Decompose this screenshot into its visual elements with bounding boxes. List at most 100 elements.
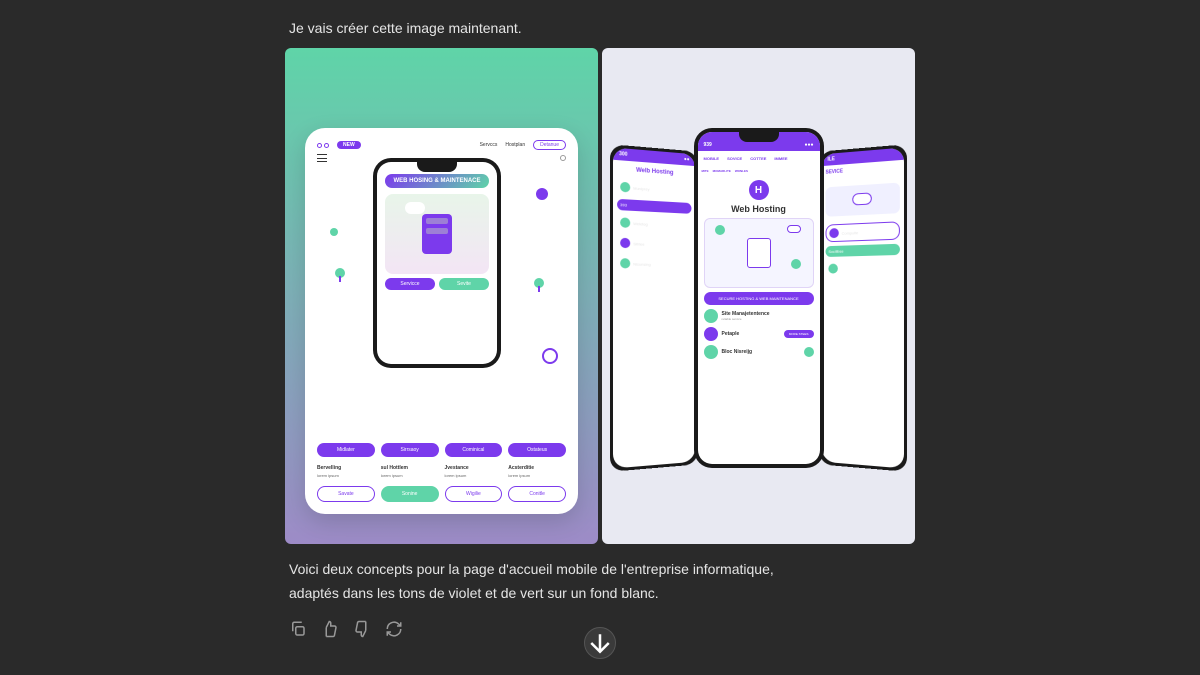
concept-image-2[interactable]: 300●● Welb Hosting Muniprey 393 Weletog … [602, 48, 915, 544]
thumbs-down-button[interactable] [353, 620, 371, 638]
feature-banner: SECURE HOSTING & WEB MAINTENANCE [704, 292, 814, 305]
feature-icon [704, 327, 718, 341]
subtab: MITE [702, 169, 709, 173]
list-item: Nisunsing [617, 255, 691, 273]
cloud-icon [787, 225, 801, 233]
category-pill: Midlater [317, 443, 375, 457]
subtab-row: MITE MOMARLITE WONLES [698, 166, 820, 176]
list-item: Weletog [617, 214, 691, 233]
category-pill: Cominical [445, 443, 503, 457]
side-title: Welb Hosting [613, 166, 695, 178]
category-pill: Ostateus [508, 443, 566, 457]
col-title: Jvestance [445, 465, 503, 471]
status-num: 300 [619, 151, 627, 158]
cloud-icon [852, 192, 872, 205]
list-item: Compulte [826, 221, 900, 242]
bullet-icon [828, 264, 837, 274]
col-title: Acsterditie [508, 465, 566, 471]
phone-group: 300●● Welb Hosting Muniprey 393 Weletog … [602, 128, 915, 504]
tag: ILE [827, 156, 834, 162]
nav-tag: NEW [337, 141, 361, 149]
phone-notch [739, 132, 779, 142]
col-text: lorem ipsum [445, 473, 503, 478]
list-item: 393 [617, 199, 691, 214]
tree-icon [335, 268, 345, 282]
cloud-icon [405, 202, 425, 214]
bullet-icon [829, 228, 838, 238]
col-title: sul Hottlem [381, 465, 439, 471]
chat-message-container: Je vais créer cette image maintenant. NE… [285, 0, 915, 675]
building-icon [747, 238, 771, 268]
cta-button: Wigilie [445, 486, 503, 502]
phone-mockup-left: 300●● Welb Hosting Muniprey 393 Weletog … [610, 144, 698, 472]
bullet-icon [620, 217, 630, 228]
status-dots: ●●● [804, 142, 813, 148]
status-num: 939 [704, 142, 712, 148]
phone-mockup: WEB HOSING & MAINTENACE Servicce Sevite [373, 158, 501, 368]
cloud-illustration [826, 183, 900, 217]
phone-notch [417, 162, 457, 172]
logo-icon [317, 143, 329, 148]
category-pill: Sirrsaoy [381, 443, 439, 457]
decoration-dot [330, 228, 338, 236]
hero-badge: WEB HOSING & MAINTENACE [385, 174, 489, 188]
feature-title: Bloc Nisreijg [722, 349, 800, 355]
subtab: WONLES [735, 169, 748, 173]
tab: COTTEE [748, 154, 768, 163]
tab: IMMEE [772, 154, 789, 163]
thumbs-up-button[interactable] [321, 620, 339, 638]
mockup-card: NEW Servccs Hostplan Detanue [305, 128, 578, 514]
user-icon [560, 155, 566, 161]
cta-button: Savate [317, 486, 375, 502]
decoration-ring [542, 348, 558, 364]
col-text: lorem ipsum [381, 473, 439, 478]
hero-illustration [385, 194, 489, 274]
assistant-outro-text: Voici deux concepts pour la page d'accue… [285, 558, 915, 606]
list-item [826, 259, 900, 277]
cta-button: Sonine [381, 486, 439, 502]
hero-title: Web Hosting [698, 204, 820, 214]
feature-row: Petaple MORE STEES [704, 327, 814, 341]
col-title: Bervelling [317, 465, 375, 471]
mockup-footer: Midlater Sirrsaoy Cominical Ostateus Ber… [317, 443, 566, 502]
feature-icon [704, 309, 718, 323]
hero-illustration [704, 218, 814, 288]
phone-mockup-center: 939 ●●● MOBILE SOVICE COTTEE IMMEE MITE … [694, 128, 824, 468]
server-icon [422, 214, 452, 254]
assistant-intro-text: Je vais créer cette image maintenant. [285, 20, 915, 36]
feature-row: Site Manajetentence reliable service [704, 309, 814, 323]
cta-button: Conitle [508, 486, 566, 502]
subtab: MOMARLITE [713, 169, 731, 173]
tab: MOBILE [702, 154, 722, 163]
tree-icon [534, 278, 544, 292]
copy-button[interactable] [289, 620, 307, 638]
bullet-icon [620, 238, 630, 249]
col-text: lorem ipsum [508, 473, 566, 478]
bullet-icon [620, 182, 630, 193]
hamburger-icon [317, 154, 327, 162]
phone-mockup-right: ILE SEVICE Compulte Socillbse [819, 144, 907, 472]
list-item: Socillbse [826, 244, 900, 257]
mockup-nav: NEW Servccs Hostplan Detanue [317, 140, 566, 150]
scroll-down-button[interactable] [584, 627, 616, 659]
col-text: lorem ipsum [317, 473, 375, 478]
tree-icon [791, 259, 801, 269]
decoration-dot [536, 188, 548, 200]
brand-logo: H [749, 180, 769, 200]
feature-icon [704, 345, 718, 359]
nav-link: Servccs [480, 142, 498, 148]
service-chip: Servicce [385, 278, 435, 290]
bullet-icon [620, 258, 630, 268]
nav-button: Detanue [533, 140, 566, 150]
regenerate-button[interactable] [385, 620, 403, 638]
service-chip: Sevite [439, 278, 489, 290]
tab: SOVICE [725, 154, 744, 163]
nav-link: Hostplan [505, 142, 525, 148]
action-dot-icon [804, 347, 814, 357]
feature-subtitle: reliable service [722, 317, 814, 321]
tab-row: MOBILE SOVICE COTTEE IMMEE [698, 151, 820, 166]
feature-row: Bloc Nisreijg [704, 345, 814, 359]
generated-image-grid: NEW Servccs Hostplan Detanue [285, 48, 915, 544]
feature-button: MORE STEES [784, 330, 814, 338]
concept-image-1[interactable]: NEW Servccs Hostplan Detanue [285, 48, 598, 544]
